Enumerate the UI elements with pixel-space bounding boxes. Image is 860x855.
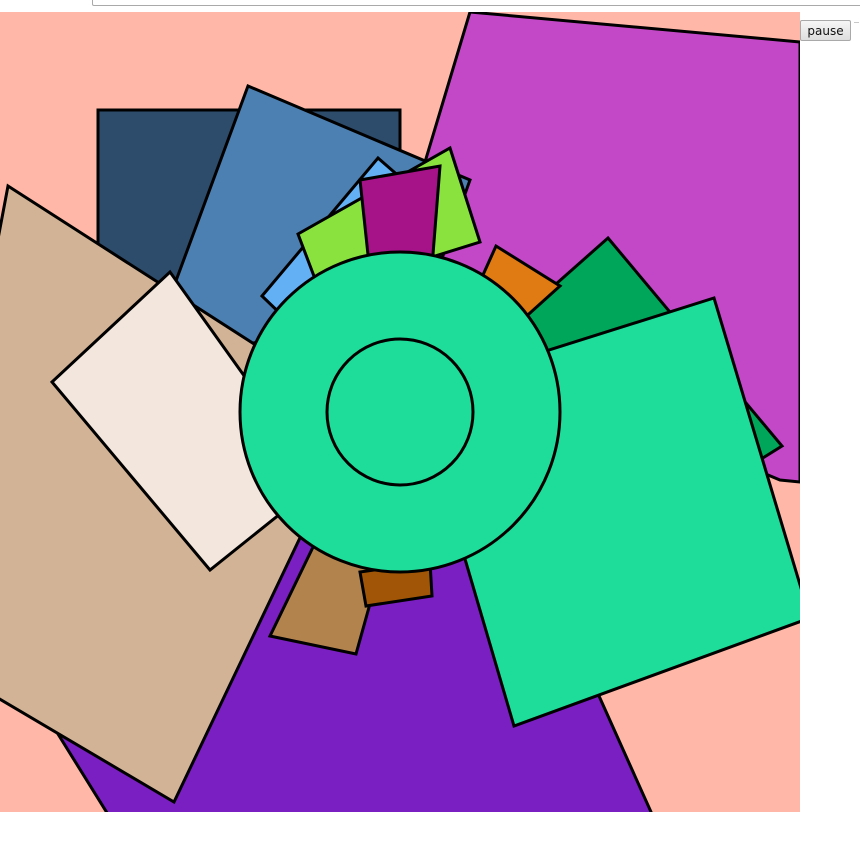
- browser-address-bar: [0, 0, 860, 12]
- shapes-svg: [0, 12, 800, 812]
- animation-canvas: [0, 12, 800, 812]
- url-input[interactable]: [92, 0, 860, 6]
- window-edge-mark: [854, 22, 859, 23]
- inner-circle: [325, 337, 475, 487]
- pause-button[interactable]: pause: [800, 20, 851, 41]
